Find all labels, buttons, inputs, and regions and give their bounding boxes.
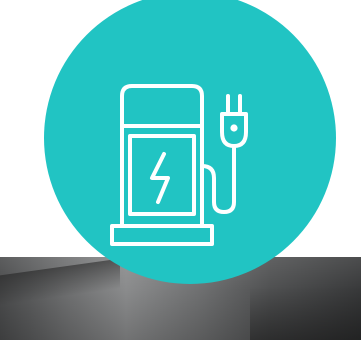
feature-tile [0, 0, 361, 340]
ev-charging-station-icon [110, 84, 248, 246]
